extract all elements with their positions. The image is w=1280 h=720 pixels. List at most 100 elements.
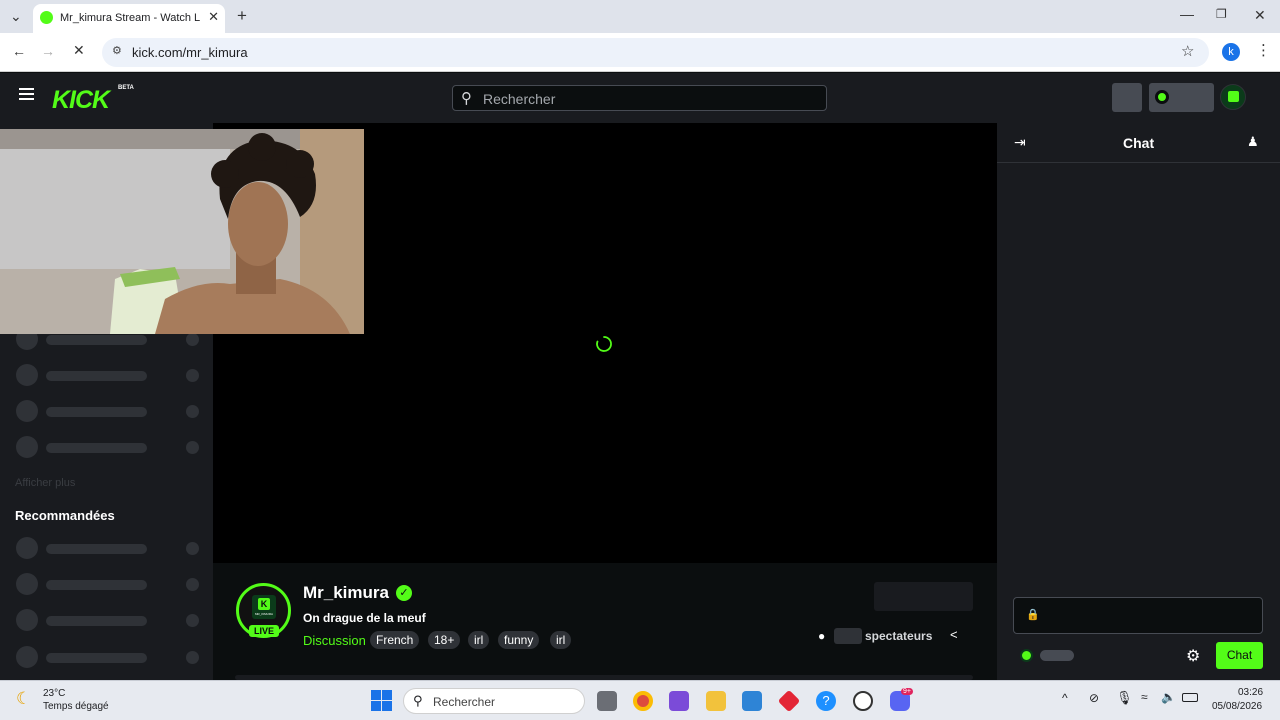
weather-description[interactable]: Temps dégagé <box>43 701 109 712</box>
tab-close-icon[interactable]: ✕ <box>208 9 219 25</box>
restore-window-icon[interactable]: ❐ <box>1216 7 1227 21</box>
hamburger-menu-icon[interactable] <box>19 88 34 100</box>
sidebar-channel-item[interactable] <box>16 573 201 597</box>
tag-chip[interactable]: French <box>370 631 420 649</box>
discord-notification-badge: 9+ <box>901 688 913 695</box>
viewer-count-placeholder <box>186 405 199 418</box>
copilot-icon[interactable] <box>669 691 689 711</box>
kick-logo[interactable]: KICK <box>52 86 110 115</box>
tag-chip[interactable]: irl <box>468 631 490 649</box>
points-count-placeholder <box>1040 650 1074 661</box>
show-more-link[interactable]: Afficher plus <box>15 477 75 489</box>
collapse-chat-icon[interactable]: ⇥ <box>1014 134 1026 151</box>
chat-message-input[interactable]: 🔒 <box>1013 597 1263 634</box>
file-explorer-icon[interactable] <box>706 691 726 711</box>
chat-send-button[interactable]: Chat <box>1216 642 1263 669</box>
kick-points-icon[interactable] <box>1020 649 1033 662</box>
stop-loading-icon[interactable]: ✕ <box>73 42 85 59</box>
channel-name-placeholder <box>46 580 147 590</box>
site-settings-icon[interactable]: ⚙ <box>112 44 122 57</box>
tag-chip[interactable]: irl <box>550 631 572 649</box>
bookmark-star-icon[interactable]: ☆ <box>1181 42 1194 60</box>
search-icon: ⚲ <box>413 693 423 708</box>
obs-studio-icon[interactable] <box>853 691 873 711</box>
loading-spinner-icon <box>596 336 612 352</box>
browser-address-bar: ← → ✕ ⚙ kick.com/mr_kimura ☆ k ⋮ <box>0 33 1280 72</box>
taskbar-search-input[interactable]: ⚲ Rechercher <box>403 688 585 714</box>
verified-badge-icon: ✓ <box>396 585 412 601</box>
tab-search-chevron-icon[interactable]: ⌄ <box>10 8 22 25</box>
search-placeholder: Rechercher <box>483 91 556 107</box>
channel-name-placeholder <box>46 407 147 417</box>
microsoft-store-icon[interactable] <box>742 691 762 711</box>
close-window-icon[interactable]: ✕ <box>1254 7 1266 24</box>
channel-logo: K MR_KIMURA <box>252 595 276 619</box>
volume-icon[interactable]: 🔈 <box>1161 690 1176 704</box>
chat-settings-gear-icon[interactable]: ⚙ <box>1186 646 1200 666</box>
profile-avatar[interactable]: k <box>1222 43 1240 61</box>
camera-off-icon[interactable]: ⊘ <box>1089 691 1099 705</box>
help-icon[interactable]: ? <box>816 691 836 711</box>
weather-temperature[interactable]: 23°C <box>43 688 65 699</box>
microphone-icon[interactable]: 🎙 <box>1116 690 1133 706</box>
task-view-icon[interactable] <box>597 691 617 711</box>
show-hidden-icons-chevron-icon[interactable]: ^ <box>1062 691 1068 705</box>
sidebar-channel-item[interactable] <box>16 537 201 561</box>
browser-menu-icon[interactable]: ⋮ <box>1256 41 1271 59</box>
search-input[interactable]: ⚲ Rechercher <box>452 85 827 111</box>
url-text: kick.com/mr_kimura <box>132 45 248 60</box>
clock-time[interactable]: 03:26 <box>1238 687 1263 698</box>
kick-favicon-icon <box>40 11 53 24</box>
browser-tab[interactable]: Mr_kimura Stream - Watch Live ✕ <box>33 4 225 33</box>
chat-panel: ⇥ Chat ♟ 🔒 ⚙ Chat <box>997 123 1280 680</box>
kick-k-icon <box>1228 91 1239 102</box>
login-button-placeholder[interactable] <box>1112 83 1142 112</box>
kick-icon <box>1155 90 1169 104</box>
sidebar-channel-item[interactable] <box>16 609 201 633</box>
channel-name[interactable]: Mr_kimura <box>303 583 389 603</box>
signup-button-placeholder[interactable] <box>1149 83 1214 112</box>
user-list-icon[interactable]: ♟ <box>1247 134 1259 150</box>
share-icon[interactable]: < <box>950 627 958 642</box>
viewer-count-placeholder <box>186 578 199 591</box>
tag-chip[interactable]: funny <box>498 631 540 649</box>
channel-avatar-subtitle: MR_KIMURA <box>254 612 273 616</box>
new-tab-plus-icon[interactable]: + <box>237 6 247 26</box>
url-omnibox[interactable]: ⚙ kick.com/mr_kimura <box>102 38 1209 67</box>
category-link[interactable]: Discussion <box>303 633 366 648</box>
red-diamond-app-icon[interactable] <box>777 689 801 713</box>
viewer-count-placeholder <box>186 614 199 627</box>
channel-name-placeholder <box>46 443 147 453</box>
tag-chip[interactable]: 18+ <box>428 631 461 649</box>
channel-name-placeholder <box>46 544 147 554</box>
sidebar-channel-item[interactable] <box>16 436 201 460</box>
user-avatar[interactable] <box>1220 84 1246 110</box>
search-icon: ⚲ <box>461 90 472 107</box>
sidebar-channel-item[interactable] <box>16 400 201 424</box>
sidebar-channel-item[interactable] <box>16 646 201 670</box>
tab-title: Mr_kimura Stream - Watch Live <box>60 12 200 24</box>
channel-name-placeholder <box>46 653 147 663</box>
browser-tab-bar: ⌄ Mr_kimura Stream - Watch Live ✕ + — ❐ … <box>0 0 1280 33</box>
viewer-count-placeholder <box>186 651 199 664</box>
back-arrow-icon[interactable]: ← <box>12 43 26 59</box>
minimize-window-icon[interactable]: — <box>1180 6 1194 22</box>
battery-icon[interactable] <box>1182 693 1198 702</box>
chrome-icon[interactable] <box>633 691 653 711</box>
viewers-label: spectateurs <box>865 629 933 643</box>
channel-avatar <box>16 537 38 559</box>
clock-date[interactable]: 05/08/2026 <box>1212 701 1262 712</box>
stream-info-panel: K MR_KIMURA LIVE Mr_kimura ✓ On drague d… <box>213 563 997 680</box>
follow-button-placeholder[interactable] <box>874 582 973 611</box>
sidebar-channel-item[interactable] <box>16 364 201 388</box>
viewer-count-placeholder <box>186 369 199 382</box>
webcam-video-overlay <box>0 129 364 334</box>
kick-logo-beta: BETA <box>118 85 134 91</box>
forward-arrow-icon[interactable]: → <box>41 43 55 59</box>
channel-avatar <box>16 436 38 458</box>
windows-taskbar: ☾ 23°C Temps dégagé ⚲ Rechercher ? 9+ ^ … <box>0 680 1280 720</box>
channel-avatar <box>16 400 38 422</box>
webcam-person-image <box>0 129 364 334</box>
wifi-icon[interactable]: ≈ <box>1141 690 1148 704</box>
windows-start-icon[interactable] <box>371 690 392 711</box>
